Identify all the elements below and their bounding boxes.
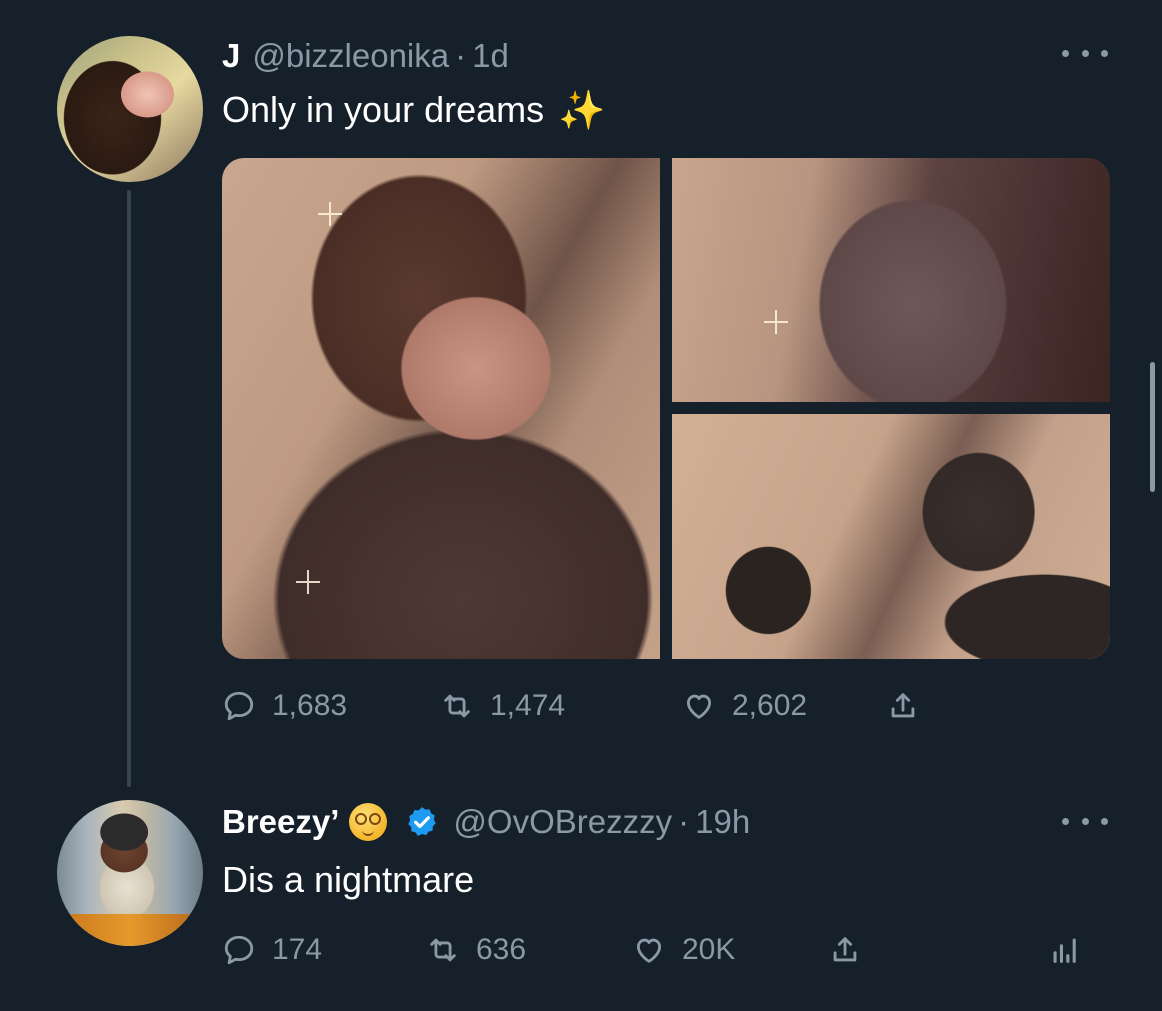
tweet2-like-count: 20K <box>682 933 736 966</box>
reply-icon <box>224 935 254 965</box>
tweet1-more-icon[interactable] <box>1062 46 1108 60</box>
tweet2-time[interactable]: 19h <box>695 803 750 841</box>
tweet1-text: Only in your dreams ✨ <box>222 86 605 134</box>
tweet2-text: Dis a nightmare <box>222 856 474 904</box>
tweet1-reply-button[interactable]: 1,683 <box>222 689 347 723</box>
scrollbar[interactable] <box>1150 362 1155 492</box>
share-icon <box>891 693 915 718</box>
share-icon <box>833 937 857 962</box>
tweet2-more-icon[interactable] <box>1062 814 1108 828</box>
tweet2-reply-count: 174 <box>272 933 323 966</box>
tweet2-analytics-button[interactable] <box>1048 933 1098 967</box>
tweet1-handle[interactable]: @bizzleonika <box>252 37 449 75</box>
tweet2-retweet-count: 636 <box>476 933 527 966</box>
twitter-thread: J @bizzleonika · 1d Only in your dreams … <box>0 0 1162 1011</box>
heart-icon <box>686 694 712 719</box>
tweet1-reply-count: 1,683 <box>272 689 348 722</box>
tweet2-separator: · <box>678 803 690 840</box>
tweet2-display-name[interactable]: Breezy’ <box>222 803 339 841</box>
retweet-icon <box>444 694 470 718</box>
tweet2-retweet-button[interactable]: 636 <box>426 933 526 967</box>
verified-badge-icon <box>408 807 437 836</box>
tweet1-header: J @bizzleonika · 1d <box>222 36 509 76</box>
tweet2-share-button[interactable] <box>828 933 878 967</box>
photo-sparkle <box>318 202 342 226</box>
tweet1-display-name[interactable]: J <box>222 37 240 75</box>
reply-icon <box>224 691 254 721</box>
tweet1-photo-1[interactable] <box>222 158 660 659</box>
dizzy-face-emoji-icon <box>349 803 388 841</box>
tweet1-retweet-button[interactable]: 1,474 <box>440 689 565 723</box>
tweet1-time[interactable]: 1d <box>472 37 509 75</box>
avatar-bizzleonika[interactable] <box>57 36 203 182</box>
tweet2-reply-button[interactable]: 174 <box>222 933 322 967</box>
tweet2-like-button[interactable]: 20K <box>632 933 735 967</box>
tweet2-text-content: Dis a nightmare <box>222 859 475 900</box>
tweet1-photo-3[interactable] <box>672 414 1110 659</box>
tweet1-photo-2[interactable] <box>672 158 1110 402</box>
thread-connector-line <box>127 190 131 787</box>
tweet2-header: Breezy’ @OvOBrezzzy · 19h <box>222 802 750 842</box>
retweet-icon <box>430 938 456 962</box>
photo-sparkle <box>764 310 788 334</box>
sparkles-icon: ✨ <box>558 87 606 132</box>
tweet1-like-button[interactable]: 2,602 <box>682 689 807 723</box>
analytics-icon <box>1053 938 1076 963</box>
heart-icon <box>636 938 662 963</box>
tweet1-text-content: Only in your dreams <box>222 89 545 130</box>
tweet2-handle[interactable]: @OvOBrezzzy <box>453 803 672 841</box>
tweet1-media-grid <box>222 158 1110 659</box>
tweet1-like-count: 2,602 <box>732 689 808 722</box>
tweet1-separator: · <box>455 37 467 74</box>
tweet1-retweet-count: 1,474 <box>490 689 566 722</box>
avatar-ovobrezzzy[interactable] <box>57 800 203 946</box>
tweet1-share-button[interactable] <box>886 689 936 723</box>
photo-sparkle <box>296 570 320 594</box>
